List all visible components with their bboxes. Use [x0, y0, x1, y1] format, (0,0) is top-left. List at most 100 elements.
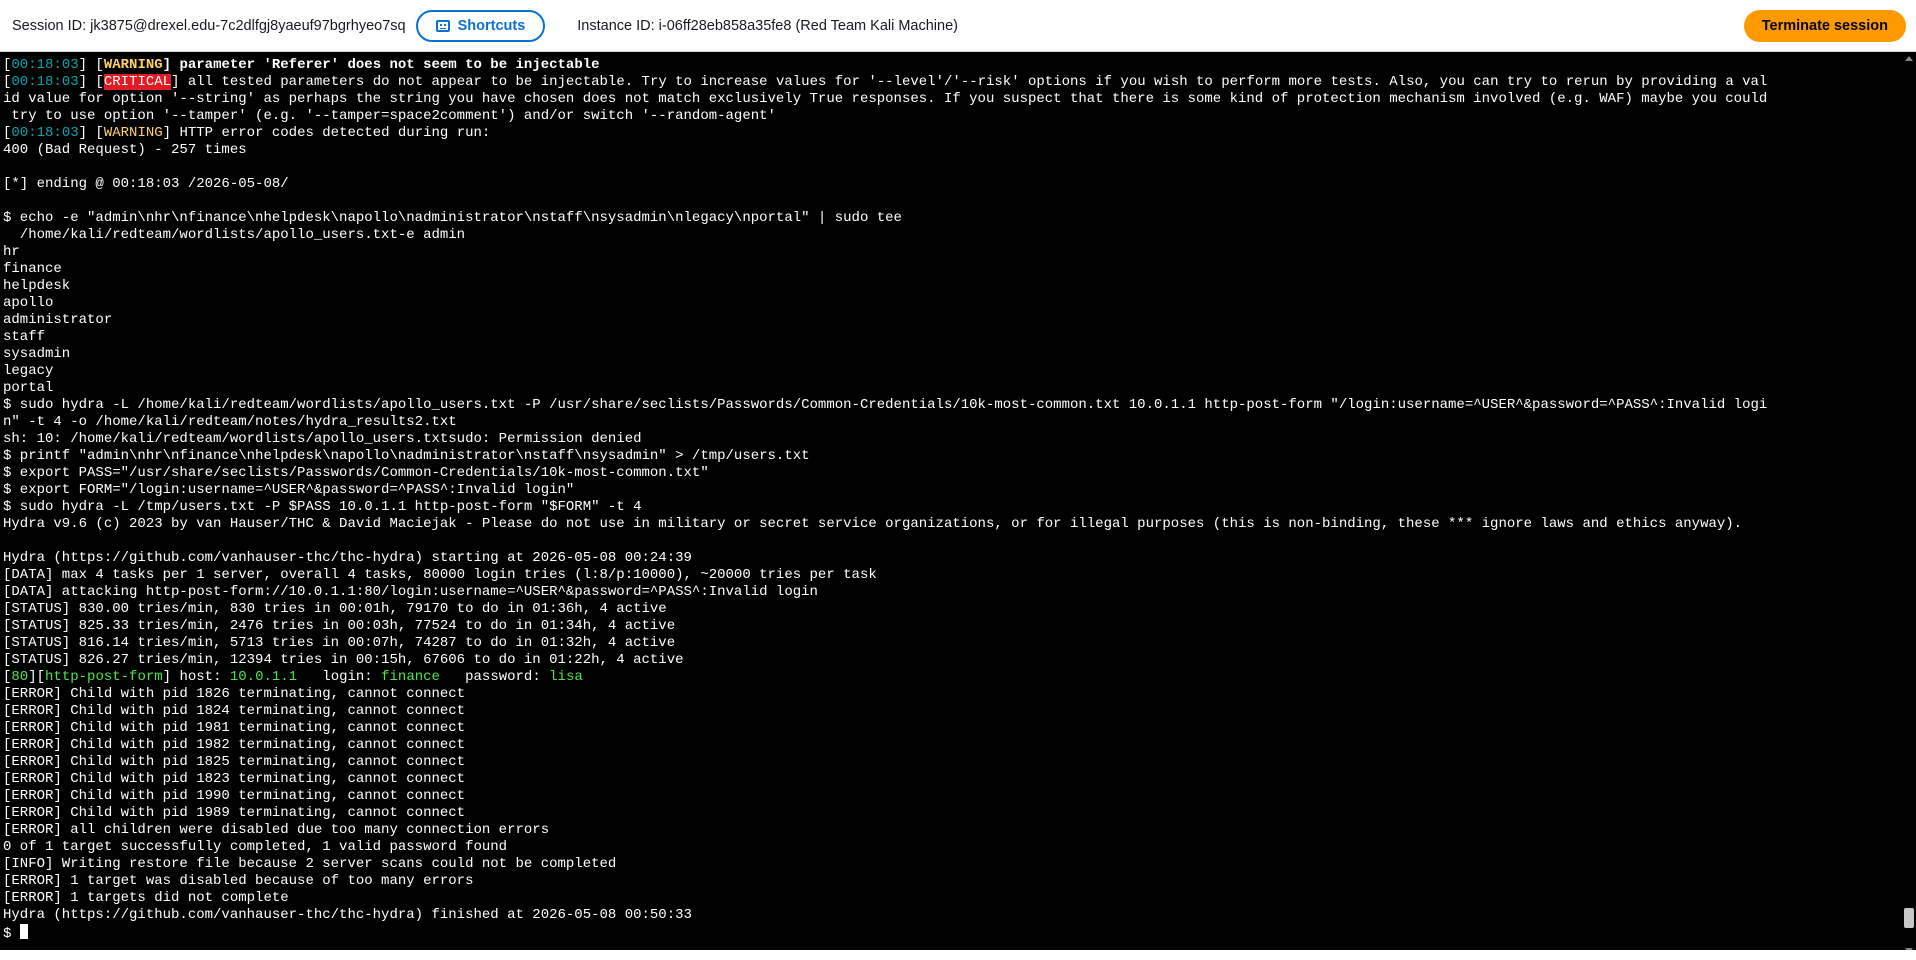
- terminal-text-segment: [ERROR] Child with pid 1982 terminating,…: [3, 737, 466, 753]
- terminal-text-segment: 00:18:03: [11, 125, 79, 141]
- terminal-text-segment: password:: [439, 669, 550, 685]
- terminal-text-segment: hr: [3, 244, 20, 260]
- terminal-text-segment: [ERROR] Child with pid 1826 terminating,…: [3, 686, 466, 702]
- terminal-line: [ERROR] Child with pid 1824 terminating,…: [3, 703, 1893, 720]
- terminal-line: [00:18:03] [CRITICAL] all tested paramet…: [3, 74, 1893, 91]
- terminal-line: [ERROR] all children were disabled due t…: [3, 822, 1893, 839]
- terminal-text-segment: ] [: [78, 74, 104, 90]
- terminal-text-segment: ] [: [78, 57, 104, 73]
- terminal-line: staff: [3, 329, 1893, 346]
- session-toolbar: Session ID: jk3875@drexel.edu-7c2dlfgj8y…: [0, 0, 1916, 52]
- terminal-line: [STATUS] 825.33 tries/min, 2476 tries in…: [3, 618, 1893, 635]
- terminal-line: try to use option '--tamper' (e.g. '--ta…: [3, 108, 1893, 125]
- terminal-text-segment: WARNING: [103, 125, 163, 141]
- bottom-border: [0, 950, 1916, 960]
- terminal-text-segment: [ERROR] 1 targets did not complete: [3, 890, 289, 906]
- terminal-text-segment: try to use option '--tamper' (e.g. '--ta…: [3, 108, 776, 124]
- terminal-text-segment: $ export PASS="/usr/share/seclists/Passw…: [3, 465, 709, 481]
- terminal-line: [ERROR] 1 targets did not complete: [3, 890, 1893, 907]
- terminal-text-segment: [DATA] max 4 tasks per 1 server, overall…: [3, 567, 877, 583]
- terminal-text-segment: helpdesk: [3, 278, 71, 294]
- terminal-text-segment: $ printf "admin\nhr\nfinance\nhelpdesk\n…: [3, 448, 810, 464]
- terminal-output: [00:18:03] [WARNING] parameter 'Referer'…: [3, 57, 1893, 942]
- terminal-scrollbar[interactable]: [1902, 52, 1916, 960]
- terminal-line: [*] ending @ 00:18:03 /2026-05-08/: [3, 176, 1893, 193]
- terminal-text-segment: 10.0.1.1: [229, 669, 298, 685]
- terminal-line: [ERROR] Child with pid 1981 terminating,…: [3, 720, 1893, 737]
- terminal-line: Hydra (https://github.com/vanhauser-thc/…: [3, 550, 1893, 567]
- terminal-line: [80][http-post-form] host: 10.0.1.1 logi…: [3, 669, 1893, 686]
- terminal-text-segment: CRITICAL: [103, 74, 172, 90]
- terminal-line: $ echo -e "admin\nhr\nfinance\nhelpdesk\…: [3, 210, 1893, 227]
- instance-id-label: Instance ID: i-06ff28eb858a35fe8 (Red Te…: [577, 17, 958, 34]
- terminal-text-segment: /home/kali/redteam/wordlists/apollo_user…: [3, 227, 466, 243]
- terminal-text-segment: Hydra (https://github.com/vanhauser-thc/…: [3, 550, 692, 566]
- terminal-cursor: [19, 924, 28, 939]
- terminal-line: $ sudo hydra -L /home/kali/redteam/wordl…: [3, 397, 1893, 414]
- terminal-text-segment: login:: [297, 669, 382, 685]
- terminal-text-segment: [ERROR] Child with pid 1990 terminating,…: [3, 788, 466, 804]
- terminal-line: [ERROR] Child with pid 1989 terminating,…: [3, 805, 1893, 822]
- terminal-line: [ERROR] Child with pid 1990 terminating,…: [3, 788, 1893, 805]
- terminal-text-segment: staff: [3, 329, 46, 345]
- terminal-line: finance: [3, 261, 1893, 278]
- terminal-window[interactable]: [00:18:03] [WARNING] parameter 'Referer'…: [0, 52, 1916, 960]
- terminal-text-segment: [STATUS] 816.14 tries/min, 5713 tries in…: [3, 635, 676, 651]
- terminal-line: /home/kali/redteam/wordlists/apollo_user…: [3, 227, 1893, 244]
- terminal-text-segment: Hydra (https://github.com/vanhauser-thc/…: [3, 907, 692, 923]
- terminal-text-segment: http-post-form: [45, 669, 163, 685]
- terminal-line: portal: [3, 380, 1893, 397]
- terminal-text-segment: [ERROR] 1 target was disabled because of…: [3, 873, 474, 889]
- terminal-text-segment: $ export FORM="/login:username=^USER^&pa…: [3, 482, 575, 498]
- terminal-line: sysadmin: [3, 346, 1893, 363]
- terminal-text-segment: ] host:: [162, 669, 230, 685]
- terminal-line: [00:18:03] [WARNING] parameter 'Referer'…: [3, 57, 1893, 74]
- terminal-text-segment: 80: [11, 669, 29, 685]
- terminal-text-segment: finance: [381, 669, 440, 685]
- scrollbar-thumb[interactable]: [1904, 908, 1914, 928]
- terminal-line: id value for option '--string' as perhap…: [3, 91, 1893, 108]
- terminal-text-segment: legacy: [3, 363, 54, 379]
- terminal-line: [ERROR] Child with pid 1825 terminating,…: [3, 754, 1893, 771]
- terminal-text-segment: $ sudo hydra -L /home/kali/redteam/wordl…: [3, 397, 1768, 413]
- terminal-line: hr: [3, 244, 1893, 261]
- shortcuts-button-label: Shortcuts: [457, 17, 526, 34]
- terminal-text-segment: [ERROR] Child with pid 1825 terminating,…: [3, 754, 466, 770]
- terminal-line: [ERROR] Child with pid 1826 terminating,…: [3, 686, 1893, 703]
- shortcuts-button[interactable]: Shortcuts: [415, 9, 546, 42]
- terminal-text-segment: $ sudo hydra -L /tmp/users.txt -P $PASS …: [3, 499, 642, 515]
- terminal-text-segment: [*] ending @ 00:18:03 /2026-05-08/: [3, 176, 289, 192]
- terminal-text-segment: 00:18:03: [11, 57, 79, 73]
- terminal-line: [INFO] Writing restore file because 2 se…: [3, 856, 1893, 873]
- scroll-up-arrow-icon[interactable]: [1905, 56, 1913, 61]
- terminal-line: [STATUS] 826.27 tries/min, 12394 tries i…: [3, 652, 1893, 669]
- terminal-text-segment: ] all tested parameters do not appear to…: [171, 74, 1768, 90]
- terminal-line: administrator: [3, 312, 1893, 329]
- terminal-prompt: $: [3, 926, 20, 942]
- terminal-prompt-line[interactable]: $: [3, 924, 1893, 942]
- terminal-text-segment: [STATUS] 826.27 tries/min, 12394 tries i…: [3, 652, 684, 668]
- terminal-line: 400 (Bad Request) - 257 times: [3, 142, 1893, 159]
- terminal-text-segment: [STATUS] 825.33 tries/min, 2476 tries in…: [3, 618, 676, 634]
- terminal-text-segment: [ERROR] Child with pid 1989 terminating,…: [3, 805, 466, 821]
- terminal-text-segment: WARNING: [103, 57, 163, 73]
- terminal-line: Hydra (https://github.com/vanhauser-thc/…: [3, 907, 1893, 924]
- terminal-text-segment: ] parameter 'Referer' does not seem to b…: [162, 57, 600, 73]
- terminal-line: $ printf "admin\nhr\nfinance\nhelpdesk\n…: [3, 448, 1893, 465]
- terminal-text-segment: ] [: [78, 125, 104, 141]
- terminal-text-segment: lisa: [549, 669, 583, 685]
- terminal-line: apollo: [3, 295, 1893, 312]
- terminal-line: [DATA] max 4 tasks per 1 server, overall…: [3, 567, 1893, 584]
- terminal-line: [STATUS] 830.00 tries/min, 830 tries in …: [3, 601, 1893, 618]
- terminal-line: $ sudo hydra -L /tmp/users.txt -P $PASS …: [3, 499, 1893, 516]
- terminal-text-segment: finance: [3, 261, 62, 277]
- terminal-text-segment: [ERROR] Child with pid 1824 terminating,…: [3, 703, 466, 719]
- terminate-session-button[interactable]: Terminate session: [1743, 9, 1906, 42]
- terminal-text-segment: [DATA] attacking http-post-form://10.0.1…: [3, 584, 818, 600]
- terminal-line: n" -t 4 -o /home/kali/redteam/notes/hydr…: [3, 414, 1893, 431]
- terminal-text-segment: [ERROR] Child with pid 1823 terminating,…: [3, 771, 466, 787]
- terminal-line: legacy: [3, 363, 1893, 380]
- terminal-text-segment: ][: [28, 669, 46, 685]
